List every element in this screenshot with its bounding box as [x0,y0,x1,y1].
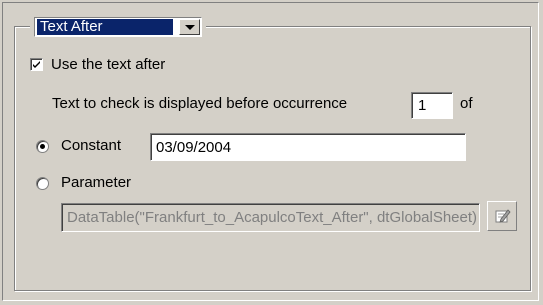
constant-label[interactable]: Constant [61,137,121,154]
occurrence-input[interactable]: 1 [411,92,453,119]
combo-selected-value[interactable]: Text After [37,19,173,35]
radio-selected-dot [40,144,45,149]
constant-radio[interactable] [36,140,49,153]
checkmark-icon [33,61,40,68]
use-text-after-label[interactable]: Use the text after [51,56,165,73]
occurrence-suffix-label: of [460,95,473,112]
use-text-after-checkbox[interactable] [30,58,43,71]
parameter-value-input[interactable]: DataTable("Frankfurt_to_AcapulcoText_Aft… [61,203,480,232]
text-position-combo[interactable]: Text After [30,14,206,38]
parameter-label[interactable]: Parameter [61,174,131,191]
chevron-down-icon[interactable] [179,19,200,35]
occurrence-prefix-label: Text to check is displayed before occurr… [52,95,348,112]
constant-value-input[interactable]: 03/09/2004 [150,133,466,161]
edit-icon [495,209,511,223]
combo-field[interactable]: Text After [34,17,202,37]
parameter-options-button[interactable] [487,201,517,231]
parameter-radio[interactable] [36,177,49,190]
